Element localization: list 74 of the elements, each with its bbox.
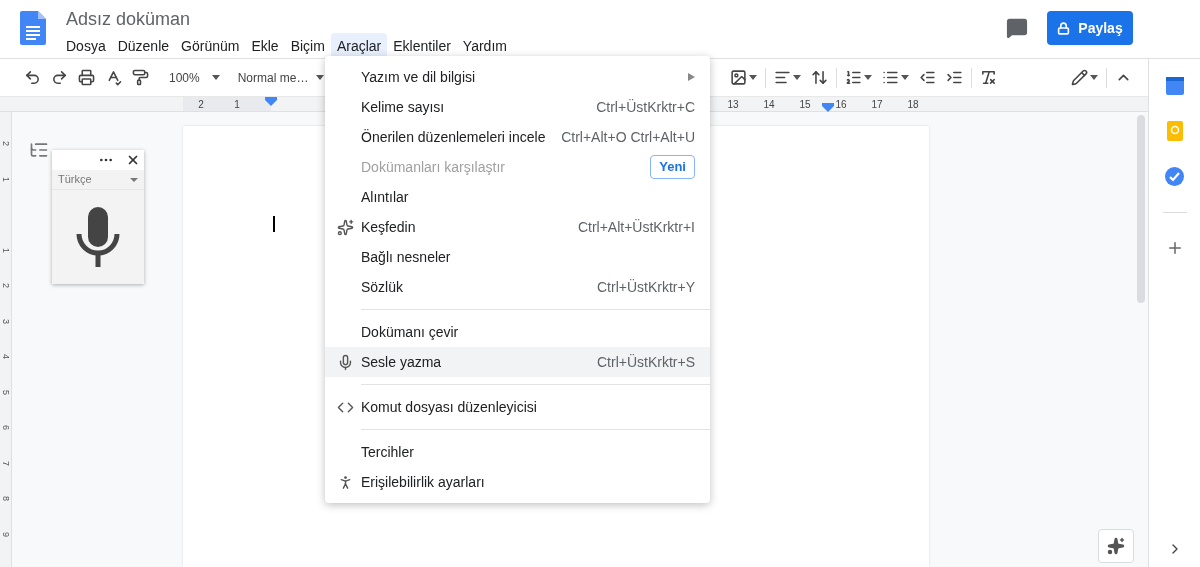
align-icon xyxy=(774,69,791,86)
ruler-number: 18 xyxy=(907,97,919,112)
menu-item[interactable]: Erişilebilirlik ayarları xyxy=(325,467,710,497)
shortcut-text: Ctrl+Alt+O Ctrl+Alt+U xyxy=(561,127,695,147)
ruler-number: 8 xyxy=(1,496,10,502)
caret-icon xyxy=(211,75,220,80)
ruler-number: 6 xyxy=(1,425,10,431)
docs-logo[interactable] xyxy=(20,11,46,45)
microphone-icon[interactable] xyxy=(76,207,120,267)
comment-icon[interactable] xyxy=(1006,17,1028,39)
lock-icon xyxy=(1057,21,1071,35)
menu-item[interactable]: Sözlük Ctrl+ÜstKrktr+Y xyxy=(325,272,710,302)
menu-tab[interactable]: Düzenle xyxy=(111,33,176,59)
ruler-number: 17 xyxy=(871,97,883,112)
document-title[interactable]: Adsız doküman xyxy=(64,7,513,31)
menu-tab[interactable]: Ekle xyxy=(245,33,285,59)
caret-icon xyxy=(864,75,872,80)
share-button[interactable]: Paylaş xyxy=(1047,11,1133,45)
ruler-number: 14 xyxy=(763,97,775,112)
caret-icon xyxy=(316,75,325,80)
menu-item[interactable]: Komut dosyası düzenleyicisi xyxy=(325,392,710,422)
bulleted-list-icon xyxy=(882,69,899,86)
caret-icon xyxy=(749,75,757,80)
ruler-number: 1 xyxy=(1,247,10,253)
numbered-list-icon xyxy=(845,69,862,86)
tasks-icon[interactable] xyxy=(1165,167,1184,186)
shortcut-text: Ctrl+Alt+ÜstKrktr+I xyxy=(577,217,695,237)
image-icon xyxy=(730,69,747,86)
caret-icon xyxy=(901,75,909,80)
menu-tab[interactable]: Biçim xyxy=(284,33,331,59)
menu-item[interactable]: Dokümanı çevir xyxy=(325,317,710,347)
shortcut-text: Ctrl+ÜstKrktr+Y xyxy=(597,277,695,297)
explore-button[interactable] xyxy=(1098,529,1134,563)
ruler-number: 2 xyxy=(1,283,10,289)
menu-item[interactable]: Sesle yazma Ctrl+ÜstKrktr+S xyxy=(325,347,710,377)
ruler-number: 16 xyxy=(835,97,847,112)
menu-tab[interactable]: Araçlar xyxy=(330,33,388,59)
ruler-number: 2 xyxy=(197,97,205,112)
menu-tab[interactable]: Yardım xyxy=(456,33,513,59)
close-icon[interactable] xyxy=(126,153,140,167)
ruler-number: 1 xyxy=(233,97,241,112)
microphone-icon xyxy=(337,353,354,371)
menu-tab[interactable]: Eklentiler xyxy=(387,33,457,59)
sparkle-icon xyxy=(1107,537,1125,555)
ruler-number: 9 xyxy=(1,531,10,537)
caret-icon xyxy=(1090,75,1098,80)
ruler-number: 7 xyxy=(1,460,10,466)
pencil-icon xyxy=(1071,69,1088,86)
menu-item[interactable]: Bağlı nesneler xyxy=(325,242,710,272)
caret-icon xyxy=(793,75,801,80)
indent-marker-icon[interactable] xyxy=(265,97,277,106)
calendar-icon[interactable] xyxy=(1165,77,1184,95)
menu-item[interactable]: Tercihler xyxy=(325,437,710,467)
shortcut-text: Ctrl+ÜstKrktr+S xyxy=(597,352,695,372)
menu-tab[interactable]: Dosya xyxy=(60,33,112,59)
ruler-number: 4 xyxy=(1,354,10,360)
ruler-number: 3 xyxy=(1,318,10,324)
menu-item[interactable]: Alıntılar xyxy=(325,182,710,212)
zoom-dropdown[interactable]: 100% xyxy=(165,63,224,92)
shortcut-text: Ctrl+ÜstKrktr+C xyxy=(596,97,695,117)
language-dropdown[interactable]: Türkçe xyxy=(52,170,144,190)
ruler-number: 13 xyxy=(727,97,739,112)
menu-item[interactable]: Önerilen düzenlemeleri incele Ctrl+Alt+O Ctrl+Alt+U xyxy=(325,122,710,152)
outline-icon[interactable] xyxy=(29,140,49,160)
ruler-number: 1 xyxy=(1,176,10,182)
menu-tab[interactable]: Görünüm xyxy=(175,33,246,59)
ruler-number: 15 xyxy=(799,97,811,112)
menu-item[interactable]: Kelime sayısı Ctrl+ÜstKrktr+C xyxy=(325,92,710,122)
menu-item[interactable]: Keşfedin Ctrl+Alt+ÜstKrktr+I xyxy=(325,212,710,242)
ruler-number: 2 xyxy=(1,141,10,147)
caret-icon xyxy=(130,177,138,182)
new-badge: Yeni xyxy=(650,155,695,179)
ruler-number: 5 xyxy=(1,389,10,395)
sparkle-icon xyxy=(337,218,354,236)
